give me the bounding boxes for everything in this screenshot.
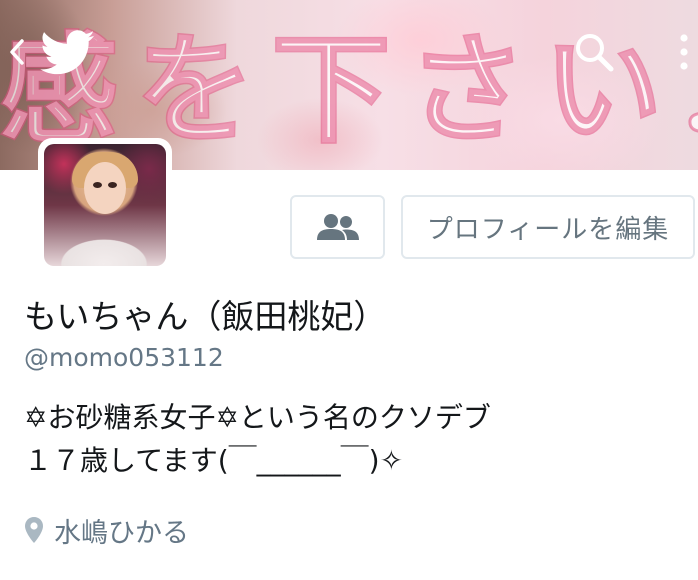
twitter-bird-icon[interactable]: [40, 30, 96, 76]
avatar-eye-left: [93, 182, 102, 188]
search-icon[interactable]: [572, 30, 616, 74]
profile-name: もいちゃん（飯田桃妃）: [24, 297, 387, 336]
location-text: 水嶋ひかる: [54, 517, 189, 549]
location-pin-icon: [25, 517, 43, 543]
people-button[interactable]: [290, 195, 385, 259]
profile-avatar[interactable]: [38, 138, 172, 272]
back-icon[interactable]: [6, 37, 28, 67]
avatar-face: [84, 162, 126, 214]
edit-profile-button[interactable]: プロフィールを編集: [401, 195, 695, 259]
avatar-photo: [44, 144, 166, 266]
edit-profile-label: プロフィールを編集: [426, 214, 670, 245]
profile-location: 水嶋ひかる: [24, 510, 189, 550]
bio-line: １７歳してます(￣______￣)✧: [24, 444, 404, 477]
more-vertical-icon[interactable]: [672, 30, 696, 74]
bio-line: ✡お砂糖系女子✡という名のクソデブ: [24, 401, 491, 434]
people-icon: [316, 214, 359, 240]
avatar-eye-right: [108, 182, 117, 188]
profile-bio: ✡お砂糖系女子✡という名のクソデブ １７歳してます(￣______￣)✧: [24, 396, 491, 482]
profile-handle: @momo053112: [24, 343, 224, 372]
